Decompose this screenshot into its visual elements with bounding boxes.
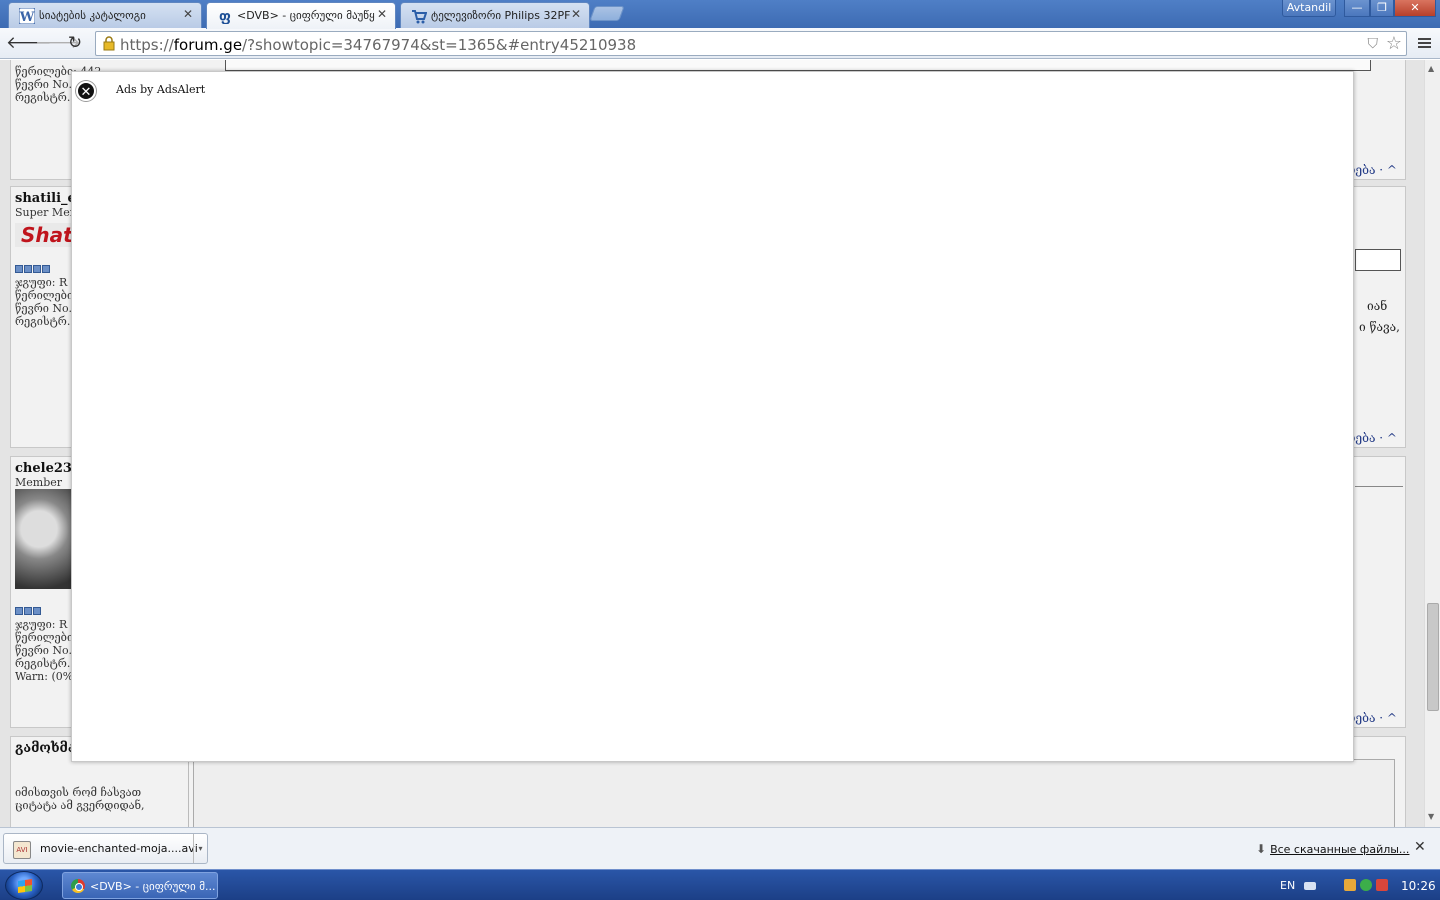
back-button[interactable]: 🡐 (6, 33, 52, 53)
close-icon[interactable]: ✕ (76, 81, 96, 101)
reload-button[interactable]: ↻ (64, 33, 86, 53)
close-window-button[interactable]: ✕ (1394, 0, 1436, 17)
lock-icon (103, 36, 115, 51)
profile-user-badge[interactable]: Avtandil (1282, 0, 1336, 17)
tab-catalog[interactable]: W სიატების კატალოგი ✕ (8, 2, 202, 28)
taskbar-window-label: <DVB> - ციფრული მ... (90, 880, 216, 893)
tab-close-icon[interactable]: ✕ (183, 7, 193, 21)
tab-tv-philips[interactable]: ტელევიზორი Philips 32PF ✕ (400, 2, 590, 28)
ad-popup-title: Ads by AdsAlert (116, 83, 206, 96)
adblock-shield-icon[interactable]: ⛉ (1368, 36, 1379, 52)
download-item[interactable]: AVI movie-enchanted-moja....avi ▾ (3, 833, 208, 864)
wikipedia-icon: W (18, 7, 36, 25)
ad-popup-modal: ✕ Ads by AdsAlert (71, 71, 1354, 762)
reply-textarea[interactable] (193, 759, 1395, 827)
user-avatar (15, 489, 75, 589)
keyboard-icon[interactable] (1304, 882, 1316, 890)
shopping-cart-icon (411, 8, 428, 24)
download-arrow-icon: ⬇ (1256, 842, 1267, 856)
tab-close-icon[interactable]: ✕ (571, 7, 581, 21)
url-text: https://forum.ge/?showtopic=34767974&st=… (120, 36, 637, 54)
close-shelf-icon[interactable]: ✕ (1414, 839, 1426, 855)
download-file-name: movie-enchanted-moja....avi (40, 842, 198, 855)
minimize-button[interactable]: — (1344, 0, 1370, 17)
video-file-icon: AVI (13, 841, 31, 859)
bookmark-star-icon[interactable]: ☆ (1386, 33, 1402, 54)
browser-tab-strip: W სიატების კატალოგი ✕ ფ <DVB> - ციფრული … (0, 0, 1440, 29)
quote-box (1355, 249, 1401, 271)
quote-box (225, 60, 1371, 71)
tab-forum[interactable]: ფ <DVB> - ციფრული მაუწყ ✕ (206, 2, 396, 29)
scrollbar-thumb[interactable] (1427, 603, 1439, 711)
network-icon[interactable] (1376, 879, 1388, 891)
menu-icon (1418, 38, 1431, 48)
page-scrollbar[interactable]: ▲ ▼ (1424, 60, 1440, 827)
tab-label: სიატების კატალოგი (39, 9, 146, 22)
scroll-down-icon[interactable]: ▼ (1428, 812, 1434, 821)
tab-label: <DVB> - ციფრული მაუწყ (237, 9, 375, 22)
tab-label: ტელევიზორი Philips 32PF (431, 9, 571, 22)
chevron-down-icon[interactable]: ▾ (193, 834, 207, 863)
forward-button[interactable]: 🡒 (35, 33, 81, 53)
taskbar-chrome-window[interactable]: <DVB> - ციფრული მ... (62, 872, 218, 899)
clock[interactable]: 10:26 (1401, 879, 1436, 893)
new-tab-button[interactable] (589, 6, 625, 21)
svg-text:ფ: ფ (219, 9, 231, 24)
user-signature-banner: Shati (15, 223, 75, 247)
language-indicator[interactable]: EN (1280, 879, 1295, 892)
start-button[interactable] (5, 871, 43, 900)
divider (1355, 486, 1403, 487)
speaker-icon[interactable] (1344, 879, 1356, 891)
forum-icon: ფ (217, 8, 233, 25)
windows-taskbar: <DVB> - ციფრული მ... EN 10:26 (0, 869, 1440, 900)
browser-toolbar: 🡐 🡒 ↻ https://forum.ge/?showtopic=347679… (0, 28, 1440, 59)
maximize-button[interactable]: ❐ (1370, 0, 1394, 17)
download-shelf: AVI movie-enchanted-moja....avi ▾ ⬇ Все с… (0, 827, 1440, 869)
chrome-icon (71, 879, 85, 893)
reload-icon: ↻ (67, 33, 83, 53)
scroll-up-icon[interactable]: ▲ (1428, 64, 1434, 73)
svg-text:W: W (19, 10, 35, 24)
address-bar[interactable]: https://forum.ge/?showtopic=34767974&st=… (95, 31, 1407, 56)
utorrent-icon[interactable] (1360, 879, 1372, 891)
chrome-menu-button[interactable] (1416, 34, 1434, 52)
tab-close-icon[interactable]: ✕ (377, 7, 387, 21)
windows-logo-icon (18, 879, 32, 893)
all-downloads-link[interactable]: ⬇ Все скачанные файлы... (1256, 842, 1409, 856)
